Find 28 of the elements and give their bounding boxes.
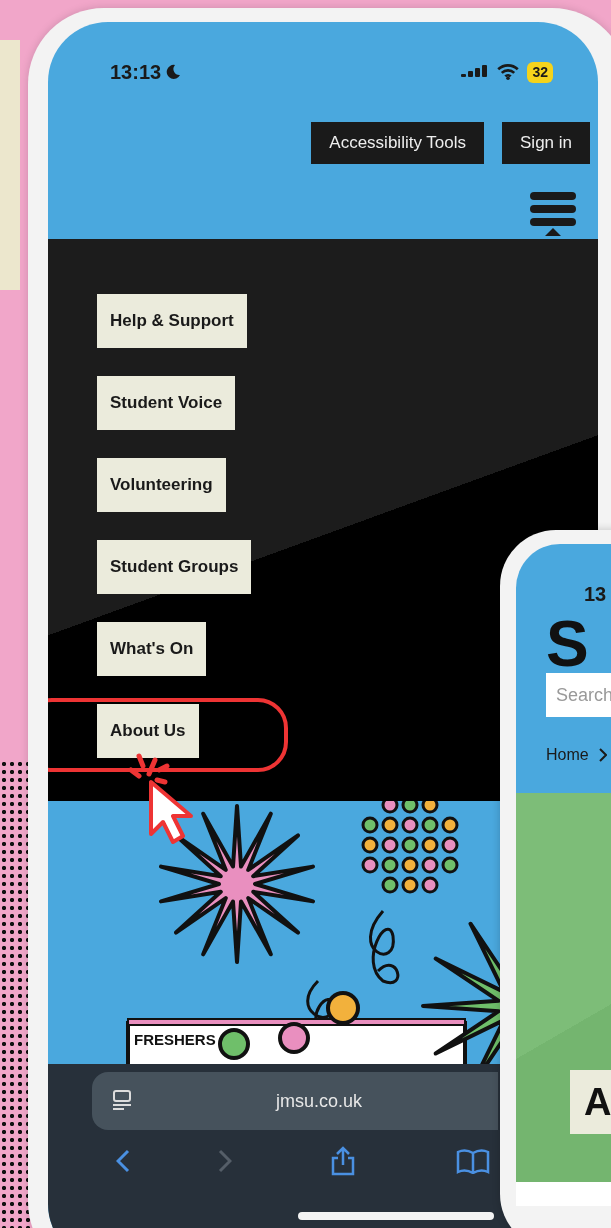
url-text: jmsu.co.uk	[276, 1089, 363, 1113]
logo: S	[545, 612, 590, 676]
status-time: 13	[583, 582, 608, 604]
header-button[interactable]: Accessibility Tools	[311, 122, 484, 164]
menu-item[interactable]: Volunteering	[97, 458, 226, 512]
battery-indicator: 32	[527, 61, 553, 83]
menu-item[interactable]: About Us	[97, 704, 199, 758]
breadcrumb-link[interactable]: Home	[546, 743, 589, 767]
bookmarks-icon[interactable]	[456, 1148, 490, 1174]
cursor-icon	[129, 752, 195, 844]
status-time: 13:13	[110, 60, 162, 85]
search-field[interactable]: Search	[546, 673, 611, 717]
share-icon[interactable]	[330, 1146, 356, 1176]
menu-item[interactable]: Help & Support	[97, 294, 247, 348]
menu-item[interactable]: What's On	[97, 622, 207, 676]
back-icon[interactable]	[116, 1149, 130, 1173]
header-button[interactable]: Sign in	[502, 122, 590, 164]
menu-item[interactable]: Student Groups	[97, 540, 252, 594]
menu-icon[interactable]	[530, 192, 576, 236]
banner-text: FRESHERS	[134, 1031, 216, 1048]
page-title: A	[570, 1070, 611, 1134]
chevron-icon	[598, 748, 607, 762]
signal-icon	[461, 65, 490, 79]
reader-icon	[112, 1090, 132, 1112]
moon-icon	[165, 64, 182, 80]
wifi-icon	[497, 64, 520, 80]
address-field[interactable]: jmsu.co.uk	[92, 1072, 498, 1130]
menu-item[interactable]: Student Voice	[97, 376, 236, 430]
